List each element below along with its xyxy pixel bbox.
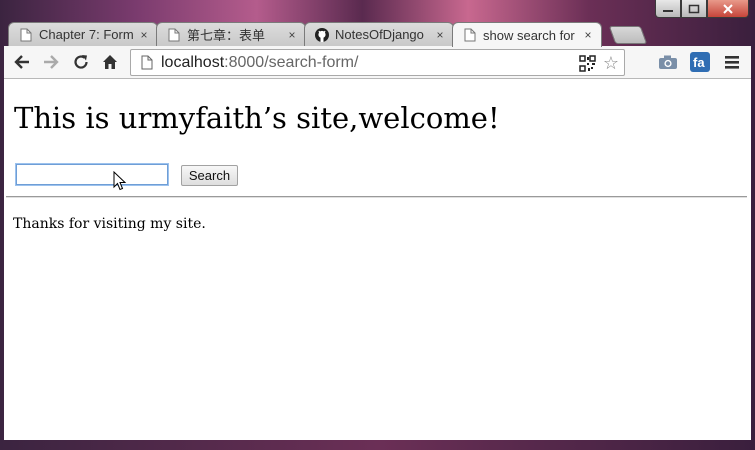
mouse-cursor-icon xyxy=(113,171,127,191)
footer-text: Thanks for visiting my site. xyxy=(13,216,206,232)
tab-title: Chapter 7: Form xyxy=(39,27,133,42)
url-text: localhost:8000/search-form/ xyxy=(161,54,358,72)
camera-icon xyxy=(659,55,677,69)
tab-title: NotesOfDjango xyxy=(335,27,424,42)
document-icon xyxy=(19,28,33,42)
browser-window: Chapter 7: Form × 第七章：表单 × NotesOfDjango… xyxy=(0,0,755,450)
bookmark-star-icon[interactable]: ☆ xyxy=(603,53,619,74)
fa-extension-icon: fa xyxy=(690,52,710,72)
tab-title: show search for xyxy=(483,27,575,43)
menu-button[interactable] xyxy=(722,52,742,72)
reload-icon xyxy=(74,55,88,69)
page-icon xyxy=(139,55,155,71)
tab-title: 第七章：表单 xyxy=(187,28,266,43)
tab-chapter-7[interactable]: Chapter 7: Form × xyxy=(8,22,158,46)
close-icon xyxy=(723,3,733,14)
url-path: :8000/search-form/ xyxy=(224,53,359,71)
minimize-button[interactable] xyxy=(655,0,681,18)
back-button[interactable] xyxy=(12,52,32,72)
tab-close-icon[interactable]: × xyxy=(433,28,447,42)
close-window-button[interactable] xyxy=(707,0,749,18)
hamburger-menu-icon xyxy=(725,56,739,69)
tab-show-search-form[interactable]: show search for × xyxy=(452,22,602,47)
horizontal-divider xyxy=(6,196,747,198)
tab-chapter-7-chinese[interactable]: 第七章：表单 × xyxy=(156,22,306,46)
qr-code-icon[interactable] xyxy=(579,55,596,77)
svg-text:fa: fa xyxy=(693,55,705,70)
url-host: localhost xyxy=(161,53,225,71)
document-icon xyxy=(463,28,477,42)
search-button[interactable]: Search xyxy=(181,165,238,186)
github-icon xyxy=(315,27,329,42)
document-icon xyxy=(167,28,181,42)
extension-button[interactable]: fa xyxy=(690,52,710,72)
window-bottom-edge xyxy=(0,440,755,450)
browser-toolbar: localhost:8000/search-form/ ☆ fa xyxy=(4,46,751,79)
window-controls xyxy=(655,0,749,20)
page-heading: This is urmyfaith’s site,welcome! xyxy=(14,101,500,135)
new-tab-button[interactable] xyxy=(608,26,648,44)
maximize-icon xyxy=(688,4,700,13)
tab-close-icon[interactable]: × xyxy=(285,28,299,42)
minimize-icon xyxy=(663,9,673,12)
back-arrow-icon xyxy=(14,55,29,69)
search-input[interactable] xyxy=(15,163,169,186)
tab-close-icon[interactable]: × xyxy=(137,28,151,42)
reload-button[interactable] xyxy=(71,52,91,72)
address-bar[interactable]: localhost:8000/search-form/ ☆ xyxy=(130,49,625,76)
forward-button[interactable] xyxy=(41,52,61,72)
maximize-button[interactable] xyxy=(681,0,707,18)
tab-notes-of-django[interactable]: NotesOfDjango × xyxy=(304,22,454,46)
home-icon xyxy=(103,55,117,69)
screenshot-button[interactable] xyxy=(658,52,678,72)
forward-arrow-icon xyxy=(44,55,59,69)
home-button[interactable] xyxy=(100,52,120,72)
page-viewport: This is urmyfaith’s site,welcome! Search… xyxy=(4,79,751,440)
tab-close-icon[interactable]: × xyxy=(581,28,595,42)
tab-strip: Chapter 7: Form × 第七章：表单 × NotesOfDjango… xyxy=(8,20,665,47)
